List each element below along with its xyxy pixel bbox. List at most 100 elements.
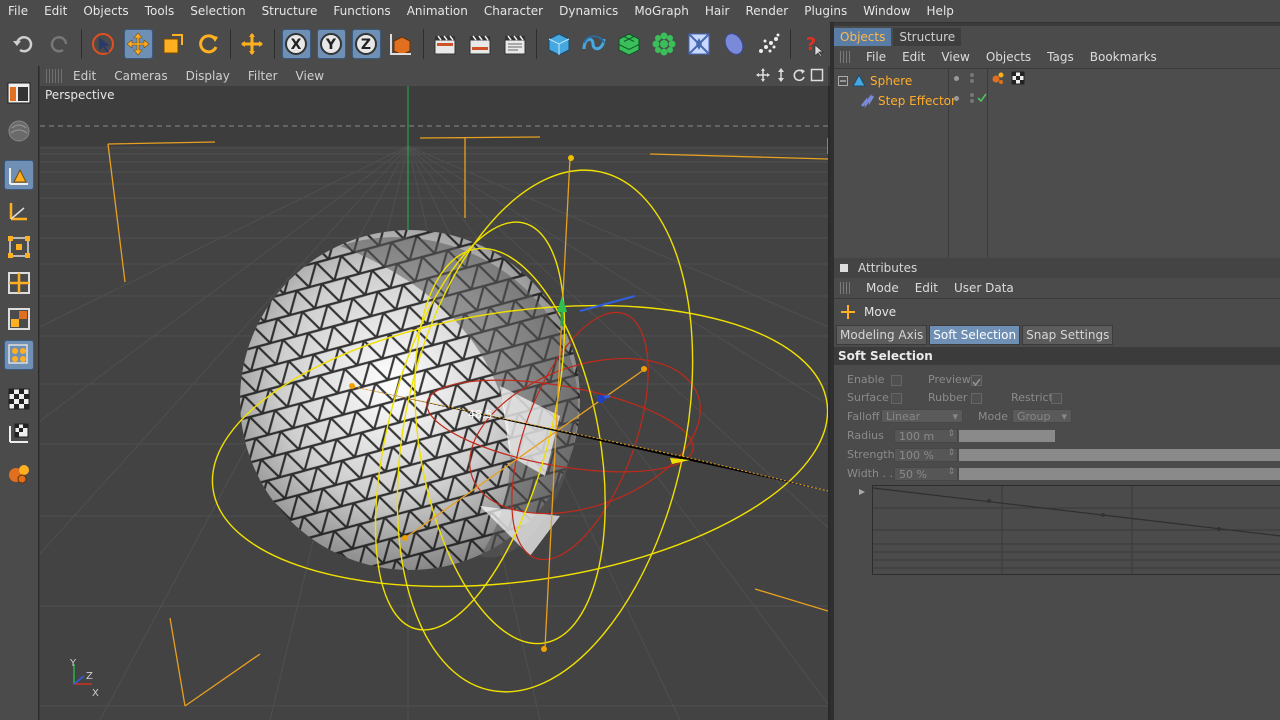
z-axis-lock-button[interactable]: Z [351,29,381,59]
undo-button[interactable] [10,29,39,59]
texture-mode-button[interactable] [4,384,34,414]
menu-hair[interactable]: Hair [697,4,738,18]
enable-axis-button[interactable] [4,340,34,370]
object-axis-mode-button[interactable] [4,196,34,226]
menu-dynamics[interactable]: Dynamics [551,4,626,18]
3d-viewport[interactable]: 48.5 Y Z X Perspective [40,86,830,720]
viewport-menu-edit[interactable]: Edit [64,69,105,83]
om-menu-edit[interactable]: Edit [894,50,933,64]
spinner-icon[interactable]: ⇕ [947,429,955,439]
width-field[interactable]: 50 % ⇕ [894,467,958,481]
viewport-menu-cameras[interactable]: Cameras [105,69,176,83]
snapping-button[interactable] [4,458,34,488]
expand-arrow-icon[interactable] [858,488,866,496]
att-menu-user-data[interactable]: User Data [946,281,1022,295]
rotate-tool-button[interactable] [194,29,223,59]
sphere-object[interactable] [240,230,580,570]
model-mode-button[interactable] [4,160,34,190]
menu-edit[interactable]: Edit [36,4,75,18]
om-menu-view[interactable]: View [933,50,977,64]
render-visibility-dot[interactable] [970,79,974,83]
particles-button[interactable] [754,29,783,59]
render-view-button[interactable] [431,29,460,59]
om-menu-file[interactable]: File [858,50,894,64]
object-row-step-effector[interactable]: Step Effector [848,91,956,111]
deformer-button[interactable] [684,29,713,59]
render-visibility-dot[interactable] [970,93,974,97]
att-menu-mode[interactable]: Mode [858,281,907,295]
menu-file[interactable]: File [0,4,36,18]
spinner-icon[interactable]: ⇕ [947,448,955,458]
grip-handle[interactable] [840,282,852,294]
menu-help[interactable]: Help [919,4,962,18]
att-menu-edit[interactable]: Edit [907,281,946,295]
tab-structure[interactable]: Structure [893,28,962,46]
om-menu-tags[interactable]: Tags [1039,50,1082,64]
phong-tag-icon[interactable] [992,71,1006,85]
grip-handle[interactable] [840,51,852,63]
help-button[interactable]: ? [798,29,827,59]
object-name-step-effector[interactable]: Step Effector [878,94,956,108]
spinner-icon[interactable]: ⇕ [947,467,955,477]
om-menu-bookmarks[interactable]: Bookmarks [1082,50,1165,64]
width-slider[interactable] [959,468,1280,480]
enabled-check-icon[interactable] [977,93,987,103]
tab-modeling-axis[interactable]: Modeling Axis [836,325,928,345]
editor-visibility-dot[interactable] [954,76,959,81]
radius-field[interactable]: 100 m ⇕ [894,429,958,443]
workplane-mode-button[interactable] [4,418,34,448]
rubber-checkbox[interactable] [971,393,982,404]
redo-button[interactable] [45,29,74,59]
editor-visibility-dot[interactable] [954,96,959,101]
menu-tools[interactable]: Tools [137,4,183,18]
radius-slider[interactable] [959,430,1055,442]
render-visibility-dot[interactable] [970,99,974,103]
texture-tag-icon[interactable] [1011,71,1025,85]
collapse-icon[interactable] [838,76,848,86]
tab-objects[interactable]: Objects [834,28,892,46]
polygons-mode-button[interactable] [4,304,34,334]
recent-tool-button[interactable] [238,29,267,59]
x-axis-lock-button[interactable]: X [281,29,311,59]
viewport-canvas[interactable]: 48.5 Y Z X [40,86,828,720]
menu-animation[interactable]: Animation [399,4,476,18]
spline-button[interactable] [579,29,608,59]
live-selection-button[interactable] [89,29,118,59]
mode-dropdown[interactable]: Group ▾ [1012,409,1072,423]
move-tool-button[interactable] [123,29,153,59]
scale-tool-button[interactable] [159,29,188,59]
menu-selection[interactable]: Selection [182,4,253,18]
falloff-dropdown[interactable]: Linear ▾ [881,409,963,423]
viewport-menu-filter[interactable]: Filter [239,69,287,83]
render-picture-viewer-button[interactable] [466,29,495,59]
surface-checkbox[interactable] [891,393,902,404]
menu-render[interactable]: Render [737,4,796,18]
environment-button[interactable] [719,29,748,59]
menu-functions[interactable]: Functions [325,4,398,18]
zoom-icon[interactable] [774,68,788,82]
edges-mode-button[interactable] [4,268,34,298]
y-axis-lock-button[interactable]: Y [316,29,346,59]
enable-checkbox[interactable] [891,375,902,386]
falloff-curve[interactable] [872,486,1280,574]
coordinate-system-button[interactable] [387,29,416,59]
rotate-view-icon[interactable] [792,68,806,82]
cube-primitive-button[interactable] [544,29,573,59]
strength-field[interactable]: 100 % ⇕ [894,448,958,462]
menu-structure[interactable]: Structure [254,4,326,18]
menu-objects[interactable]: Objects [75,4,136,18]
layout-button[interactable] [4,78,34,108]
strength-slider[interactable] [959,449,1280,461]
editable-toggle-button[interactable] [4,116,34,146]
render-settings-button[interactable] [501,29,530,59]
tab-snap-settings[interactable]: Snap Settings [1022,325,1114,345]
viewport-menu-display[interactable]: Display [177,69,239,83]
preview-checkbox[interactable] [971,375,982,387]
generator-button[interactable] [614,29,643,59]
tab-soft-selection[interactable]: Soft Selection [929,325,1021,345]
viewport-menu-view[interactable]: View [287,69,333,83]
pan-icon[interactable] [756,68,770,82]
mograph-cloner-button[interactable] [649,29,678,59]
maximize-icon[interactable] [810,68,824,82]
falloff-curve-graph[interactable] [872,485,1280,575]
